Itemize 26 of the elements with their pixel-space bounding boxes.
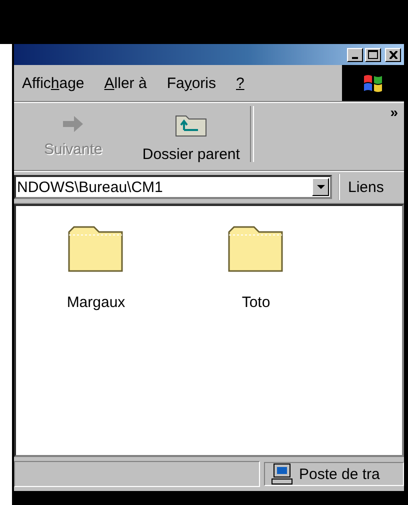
folder-name: Toto	[242, 294, 270, 311]
minimize-icon	[352, 56, 358, 58]
close-button[interactable]	[385, 48, 401, 62]
menu-item[interactable]: ?	[228, 74, 252, 92]
maximize-button[interactable]	[365, 48, 381, 62]
folder-icon	[228, 226, 284, 272]
menu-item[interactable]: Affichage	[14, 74, 92, 92]
minimize-button[interactable]	[347, 48, 363, 62]
windows-logo	[342, 65, 404, 101]
folder-item[interactable]: Toto	[176, 226, 336, 311]
zone-label: Poste de tra	[299, 466, 380, 482]
maximize-icon	[368, 50, 378, 59]
computer-icon	[271, 463, 293, 485]
links-button[interactable]: Liens	[338, 174, 388, 200]
menu-item[interactable]: Fayoris	[158, 74, 224, 92]
folder-icon	[68, 226, 124, 272]
parent-folder-button[interactable]: Dossier parent	[132, 102, 250, 170]
folder-item[interactable]: Margaux	[16, 226, 176, 311]
more-button[interactable]: »	[390, 104, 398, 120]
close-icon	[388, 50, 398, 58]
folder-name: Margaux	[66, 294, 126, 311]
caret-icon	[316, 185, 324, 189]
address-field[interactable]: NDOWS\Bureau\CM1	[14, 175, 332, 199]
dropdown-button[interactable]	[312, 178, 329, 196]
right-arrow-icon	[62, 114, 84, 132]
menu-item[interactable]: Aller à	[96, 74, 155, 92]
